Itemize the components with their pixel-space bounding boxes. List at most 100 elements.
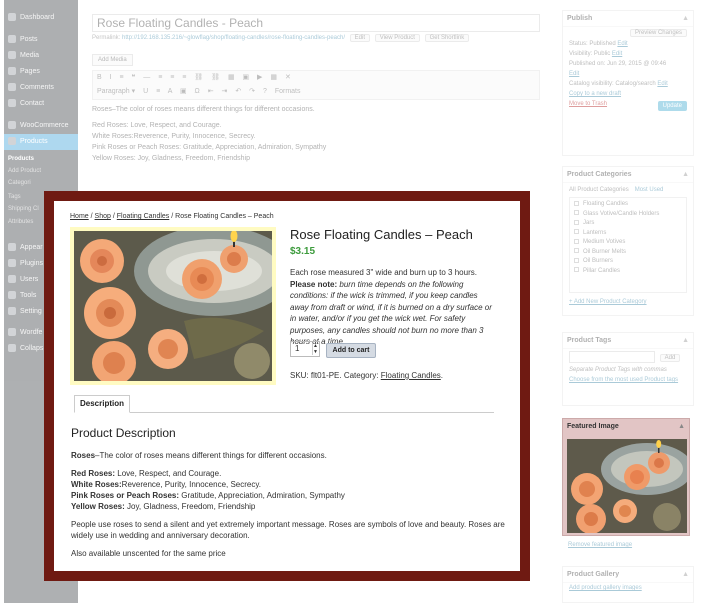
checkbox-icon[interactable] [574,219,579,225]
status-edit-link[interactable]: Edit [617,41,627,47]
formats-select[interactable]: Formats [275,88,301,95]
woocommerce-icon [8,121,16,130]
category-item[interactable]: Lanterns [574,229,682,239]
checkbox-icon[interactable] [574,238,579,244]
rose-candles-photo [74,231,272,381]
breadcrumb-category[interactable]: Floating Candles [117,213,170,220]
product-short-description: Each rose measured 3" wide and burn up t… [290,268,492,346]
preview-changes-button[interactable]: Preview Changes [629,29,687,37]
category-item[interactable]: Oil Burner Melts [574,248,682,258]
category-item[interactable]: Oil Burners [574,257,682,267]
category-item[interactable]: Jars [574,219,682,229]
checkbox-icon[interactable] [574,248,579,254]
add-to-cart-button[interactable]: Add to cart [326,343,376,358]
toggle-arrow-icon[interactable]: ▲ [678,419,685,435]
page-icon [8,67,16,76]
category-item[interactable]: Medium Votives [574,238,682,248]
wrench-icon [8,291,16,300]
cart-icon [8,137,16,146]
checkbox-icon[interactable] [574,200,579,206]
submenu-products[interactable]: Products [8,156,34,162]
category-checklist: Floating Candles Glass Votive/Candle Hol… [569,197,687,293]
category-item[interactable]: Glass Votive/Candle Holders [574,210,682,220]
media-icon [8,51,16,60]
tab-all-categories[interactable]: All Product Categories [569,187,629,193]
product-image[interactable] [70,227,276,385]
tab-most-used[interactable]: Most Used [635,187,664,193]
quantity-input[interactable]: 1 ▲ ▼ [290,341,320,357]
menu-contact[interactable]: Contact [4,96,78,112]
menu-comments[interactable]: Comments [4,80,78,96]
product-meta: SKU: flt01-PE. Category: Floating Candle… [290,371,444,380]
add-tag-button[interactable]: Add [659,353,681,362]
submenu-categories[interactable]: Categori [8,180,31,186]
product-page: Home / Shop / Floating Candles / Rose Fl… [54,201,520,571]
permalink-url[interactable]: http://192.168.135.216/~glowflag/shop/fl… [122,35,345,41]
menu-posts[interactable]: Posts [4,32,78,48]
publish-box: Publish ▲ Preview Changes Status: Publish… [562,10,694,156]
product-categories-box: Product Categories ▲ All Product Categori… [562,166,694,316]
brush-icon [8,243,16,252]
toggle-arrow-icon[interactable]: ▲ [682,11,689,27]
toolbar-row-2[interactable]: Paragraph ▾ U ≡ A ▣ Ω ⇤ ⇥ ↶ ↷ ? Formats [97,87,300,97]
choose-tags-link[interactable]: Choose from the most used Product tags [569,377,678,383]
add-gallery-images-link[interactable]: Add product gallery images [569,585,642,591]
mail-icon [8,99,16,108]
featured-image-box: Featured Image ▲ [562,418,690,536]
submenu-attributes[interactable]: Attributes [8,219,33,225]
permalink-edit-button[interactable]: Edit [349,34,371,42]
post-title-input[interactable]: Rose Floating Candles - Peach [92,14,540,32]
remove-featured-image-link[interactable]: Remove featured image [568,542,632,548]
sku-value: flt01-PE. [310,371,342,380]
checkbox-icon[interactable] [574,267,579,273]
category-link[interactable]: Floating Candles [381,371,441,380]
collapse-icon [8,344,16,353]
checkbox-icon[interactable] [574,257,579,263]
visibility-edit-link[interactable]: Edit [612,51,622,57]
comment-icon [8,83,16,92]
menu-dashboard[interactable]: Dashboard [4,10,78,26]
breadcrumb: Home / Shop / Floating Candles / Rose Fl… [70,213,274,220]
checkbox-icon[interactable] [574,229,579,235]
catalog-edit-link[interactable]: Edit [657,81,667,87]
tabs-divider [74,412,494,413]
published-edit-link[interactable]: Edit [569,71,579,77]
product-tags-box: Product Tags ▲ Add Separate Product Tags … [562,332,694,406]
view-product-button[interactable]: View Product [374,34,420,42]
featured-image-thumbnail[interactable] [567,439,687,533]
pin-icon [8,35,16,44]
description-heading: Product Description [71,426,176,440]
submenu-add-product[interactable]: Add Product [8,168,41,174]
editor-content[interactable]: Roses–The color of roses means different… [92,104,540,164]
menu-pages[interactable]: Pages [4,64,78,80]
quantity-stepper-icon[interactable]: ▲ ▼ [312,343,318,355]
plugin-icon [8,259,16,268]
editor-toolbar: B I ≡ ❝ — ≡ ≡ ≡ ⛓ ⛓ ▦ ▣ ▶ ▦ ✕ Paragraph … [92,70,540,100]
checkbox-icon[interactable] [574,210,579,216]
description-body: Roses–The color of roses means different… [71,451,505,558]
update-button[interactable]: Update [657,101,687,111]
add-category-link[interactable]: + Add New Product Category [569,299,647,305]
breadcrumb-shop[interactable]: Shop [95,213,111,220]
submenu-shipping-classes[interactable]: Shipping Cl [8,206,39,212]
add-media-button[interactable]: Add Media [92,54,133,66]
move-trash-link[interactable]: Move to Trash [569,101,607,107]
rose-candles-image [567,439,687,533]
paragraph-select[interactable]: Paragraph [97,88,130,95]
tab-description[interactable]: Description [74,395,130,413]
get-shortlink-button[interactable]: Get Shortlink [424,34,470,42]
copy-draft-link[interactable]: Copy to a new draft [569,91,621,97]
permalink-bar: Permalink: http://192.168.135.216/~glowf… [92,34,470,42]
menu-woocommerce[interactable]: WooCommerce [4,118,78,134]
menu-media[interactable]: Media [4,48,78,64]
user-icon [8,275,16,284]
product-price: $3.15 [290,246,316,257]
category-item[interactable]: Floating Candles [574,200,682,210]
tag-input[interactable] [569,351,655,363]
product-page-frame: Home / Shop / Floating Candles / Rose Fl… [44,191,530,581]
category-item[interactable]: Pillar Candles [574,267,682,277]
toolbar-row-1[interactable]: B I ≡ ❝ — ≡ ≡ ≡ ⛓ ⛓ ▦ ▣ ▶ ▦ ✕ [97,73,294,83]
submenu-tags[interactable]: Tags [8,194,21,200]
menu-products[interactable]: Products [4,134,78,150]
breadcrumb-home[interactable]: Home [70,213,89,220]
